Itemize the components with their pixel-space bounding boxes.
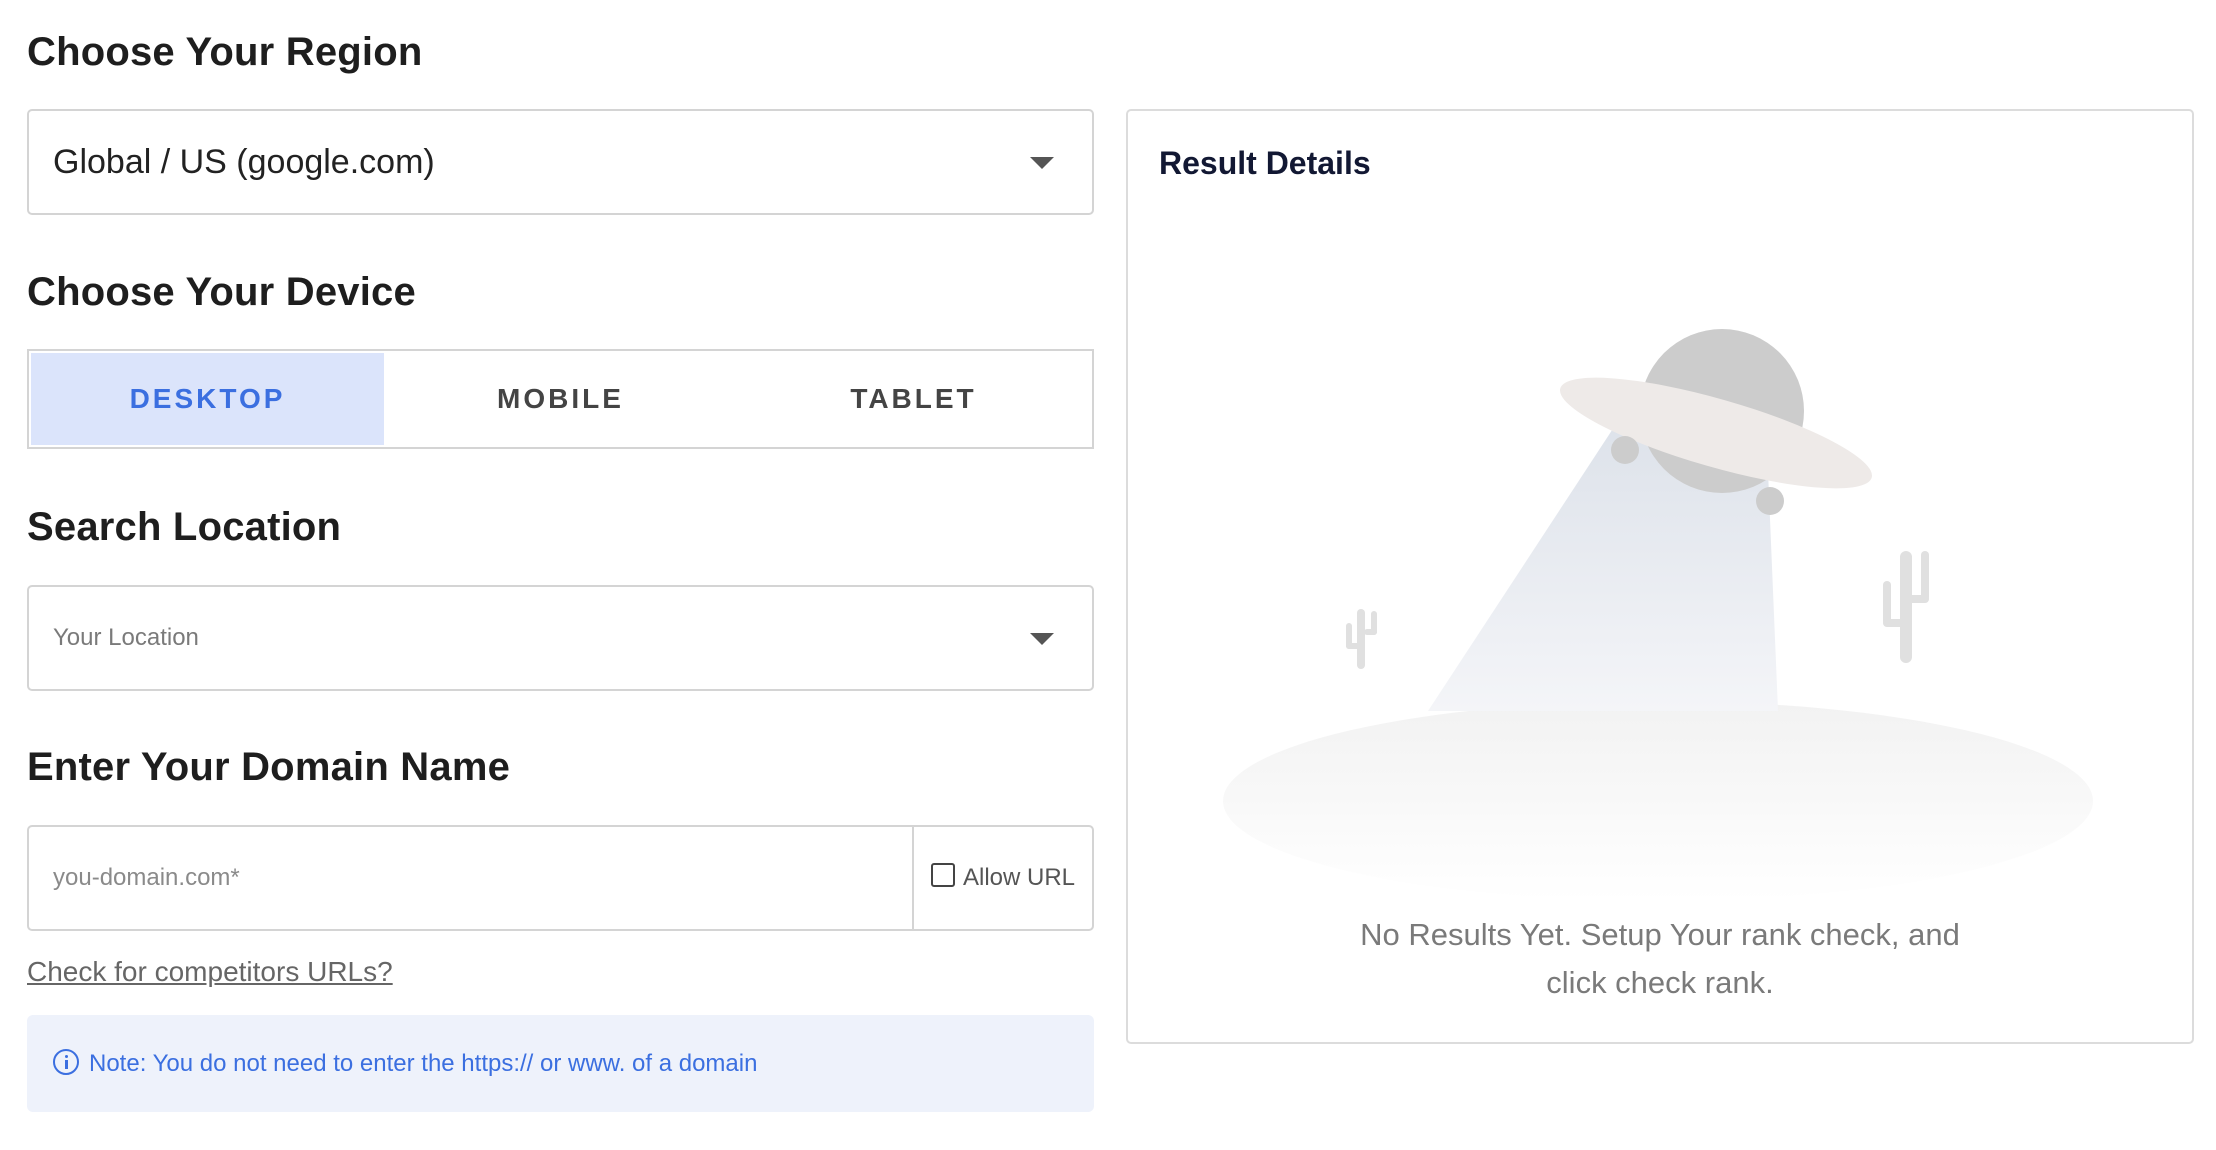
allow-url-checkbox[interactable] xyxy=(930,863,955,887)
location-heading: Search Location xyxy=(27,505,342,549)
empty-state-message: No Results Yet. Setup Your rank check, a… xyxy=(1128,911,2192,1007)
cactus-left-icon xyxy=(1346,609,1377,669)
chevron-down-icon xyxy=(1030,633,1054,645)
cactus-right-icon xyxy=(1883,551,1929,663)
device-toggle-group: DESKTOP MOBILE TABLET xyxy=(27,349,1094,449)
competitors-urls-link[interactable]: Check for competitors URLs? xyxy=(27,956,393,988)
domain-heading: Enter Your Domain Name xyxy=(27,745,511,789)
info-icon xyxy=(53,1048,79,1075)
device-tablet-button[interactable]: TABLET xyxy=(737,353,1090,445)
device-desktop-button[interactable]: DESKTOP xyxy=(31,353,384,445)
note-text: Note: You do not need to enter the https… xyxy=(89,1049,758,1077)
region-select-value: Global / US (google.com) xyxy=(53,143,435,181)
device-mobile-button[interactable]: MOBILE xyxy=(384,353,737,445)
allow-url-toggle[interactable]: Allow URL xyxy=(912,827,1092,929)
allow-url-label: Allow URL xyxy=(962,864,1076,891)
ufo-light-right xyxy=(1756,487,1784,515)
region-heading: Choose Your Region xyxy=(27,30,423,74)
region-select[interactable]: Global / US (google.com) xyxy=(27,109,1094,215)
device-heading: Choose Your Device xyxy=(27,270,416,314)
empty-state-ufo-illustration xyxy=(1223,329,2093,901)
domain-input[interactable] xyxy=(29,827,912,929)
domain-input-group: Allow URL xyxy=(27,825,1094,931)
empty-state-line-1: No Results Yet. Setup Your rank check, a… xyxy=(1360,917,1960,952)
chevron-down-icon xyxy=(1030,157,1054,169)
ufo-light-left xyxy=(1611,436,1639,464)
location-select[interactable]: Your Location xyxy=(27,585,1094,691)
ground-shape xyxy=(1223,701,2093,901)
empty-state-line-2: click check rank. xyxy=(1546,965,1774,1000)
note-banner: Note: You do not need to enter the https… xyxy=(27,1015,1094,1112)
result-details-panel: Result Details No Results Yet. Setup You… xyxy=(1126,109,2194,1044)
location-select-placeholder: Your Location xyxy=(53,624,199,651)
